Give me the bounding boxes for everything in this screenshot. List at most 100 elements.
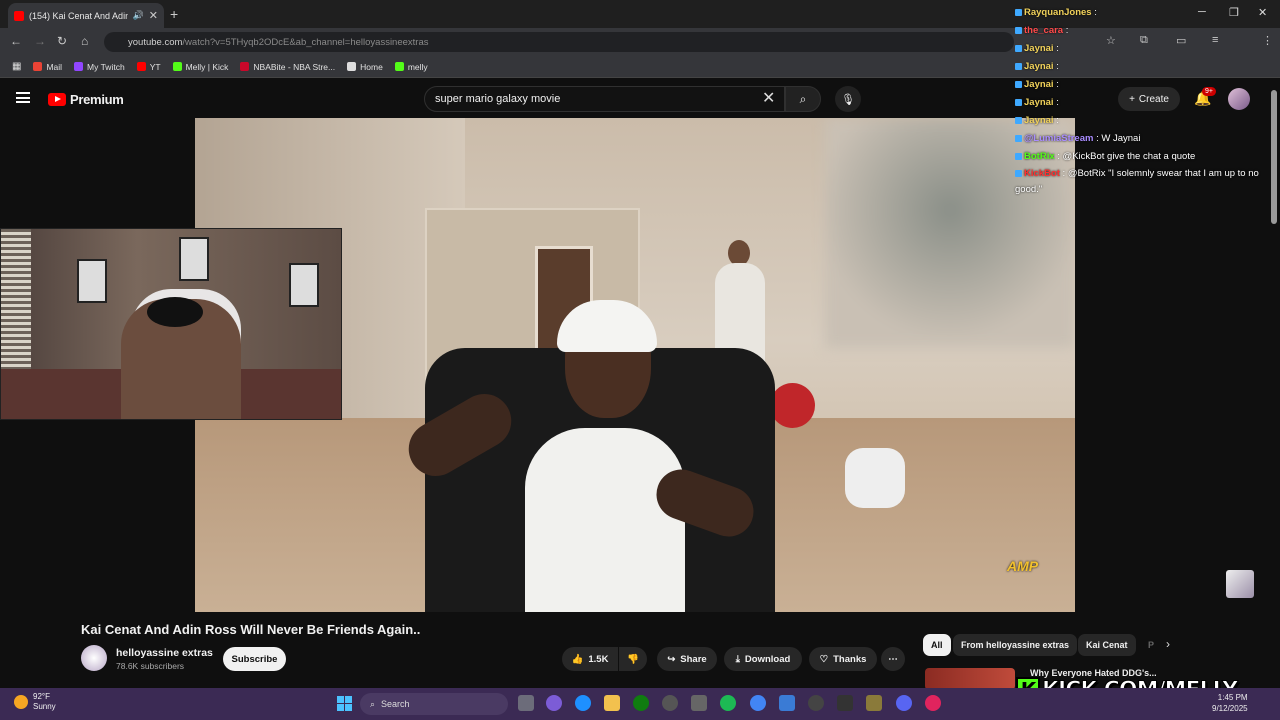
store-icon[interactable]: [691, 695, 707, 711]
chat-username[interactable]: RayquanJones: [1024, 7, 1092, 18]
chat-username[interactable]: the_cara: [1024, 25, 1063, 36]
chat-username[interactable]: Jaynai: [1024, 79, 1054, 90]
edge-icon[interactable]: [575, 695, 591, 711]
bookmark-kick[interactable]: Melly | Kick: [172, 62, 228, 72]
browser-tab[interactable]: (154) Kai Cenat And Adin R 🔊 ✕: [8, 3, 164, 28]
clock-date: 9/12/2025: [1212, 704, 1248, 713]
url-path: /watch?v=5THyqb2ODcE&ab_channel=helloyas…: [182, 36, 429, 48]
steam-icon[interactable]: [662, 695, 678, 711]
subscriber-count: 78.6K subscribers: [116, 661, 185, 671]
channel-thumbnail[interactable]: [1226, 570, 1254, 598]
back-icon[interactable]: ←: [10, 34, 22, 48]
download-icon: ⤓: [735, 653, 740, 665]
task-view-icon[interactable]: [518, 695, 534, 711]
chat-badge-icon: [1015, 44, 1022, 52]
share-button[interactable]: ↪ Share: [657, 647, 717, 671]
chat-username[interactable]: KickBot: [1024, 168, 1060, 179]
thumbs-up-icon: 👍: [571, 653, 584, 665]
xbox-icon[interactable]: [633, 695, 649, 711]
share-icon: ↪: [667, 653, 676, 665]
menu-icon[interactable]: [16, 92, 30, 103]
chat-username[interactable]: BotRix: [1024, 151, 1055, 162]
bookmark-nbabite[interactable]: NBABite - NBA Stre...: [240, 62, 335, 72]
voice-search-icon[interactable]: 🎙: [835, 86, 861, 112]
chat-badge-icon: [1015, 62, 1022, 70]
photos-icon[interactable]: [779, 695, 795, 711]
copilot-icon[interactable]: [546, 695, 562, 711]
more-actions-icon[interactable]: ⋯: [881, 647, 905, 671]
system-clock[interactable]: 1:45 PM 9/12/2025: [1212, 692, 1248, 714]
new-tab-icon[interactable]: +: [170, 6, 178, 22]
bookmark-yt[interactable]: YT: [136, 62, 161, 72]
chat-badge-icon: [1015, 98, 1022, 106]
chip-kai-cenat[interactable]: Kai Cenat: [1078, 634, 1136, 656]
reload-icon[interactable]: ↻: [57, 34, 67, 48]
thumbs-down-icon: 👎: [627, 653, 639, 665]
taskbar-search[interactable]: ⌕ Search: [360, 693, 508, 715]
media-player-icon[interactable]: [808, 695, 824, 711]
chat-separator: :: [1053, 97, 1059, 108]
chat-username[interactable]: Jaynai: [1024, 61, 1054, 72]
weather-widget[interactable]: 92°F Sunny: [14, 692, 56, 712]
chat-badge-icon: [1015, 134, 1022, 142]
chat-message: the_cara :: [1015, 22, 1277, 40]
search-input[interactable]: super mario galaxy movie: [424, 86, 785, 112]
channel-avatar[interactable]: [81, 645, 107, 671]
bookmark-twitch[interactable]: My Twitch: [74, 62, 125, 72]
pin-app-icon[interactable]: [925, 695, 941, 711]
fan: [770, 383, 815, 428]
chat-message: RayquanJones :: [1015, 4, 1277, 22]
download-button[interactable]: ⤓ Download: [724, 647, 802, 671]
wall-frame: [77, 259, 107, 303]
thanks-button[interactable]: ♡ Thanks: [809, 647, 877, 671]
clear-search-icon[interactable]: ✕: [762, 88, 775, 108]
wall-frame: [179, 237, 209, 281]
chat-text: @KickBot give the chat a quote: [1062, 151, 1196, 162]
home-icon[interactable]: ⌂: [81, 34, 88, 48]
chat-username[interactable]: Jaynai: [1024, 97, 1054, 108]
bookmark-mail[interactable]: Mail: [33, 62, 62, 72]
subscribe-button[interactable]: Subscribe: [223, 647, 286, 671]
chat-badge-icon: [1015, 80, 1022, 88]
close-tab-icon[interactable]: ✕: [149, 9, 158, 22]
page-scrollbar[interactable]: [1271, 90, 1277, 224]
chat-message: @LumiaStream : W Jaynai: [1015, 130, 1277, 148]
file-explorer-icon[interactable]: [604, 695, 620, 711]
dislike-button[interactable]: 👎: [619, 647, 647, 671]
spotify-icon[interactable]: [720, 695, 736, 711]
like-count: 1.5K: [588, 653, 609, 665]
search-button[interactable]: ⌕: [785, 86, 821, 112]
app-icon[interactable]: [837, 695, 853, 711]
address-bar[interactable]: youtube.com/watch?v=5THyqb2ODcE&ab_chann…: [104, 32, 1014, 52]
chat-username[interactable]: @LumiaStream: [1024, 133, 1093, 144]
youtube-play-icon: [48, 93, 66, 106]
chat-username[interactable]: Jaynai: [1024, 115, 1054, 126]
stream-chat-overlay: RayquanJones : the_cara : Jaynai : Jayna…: [1015, 4, 1277, 198]
chevron-right-icon[interactable]: ›: [1166, 637, 1170, 651]
youtube-favicon-icon: [14, 10, 24, 21]
like-button[interactable]: 👍 1.5K: [562, 647, 618, 671]
headphones: [147, 297, 203, 327]
youtube-logo[interactable]: Premium: [48, 92, 124, 107]
chat-message: Jaynai :: [1015, 112, 1277, 130]
bookmark-x-home[interactable]: Home: [347, 62, 383, 72]
channel-name[interactable]: helloyassine extras: [116, 647, 213, 659]
speaker-icon[interactable]: 🔊: [133, 10, 144, 21]
chat-badge-icon: [1015, 26, 1022, 34]
windows-start-icon[interactable]: [337, 696, 352, 711]
chip-from-channel[interactable]: From helloyassine extras: [953, 634, 1078, 656]
forward-icon[interactable]: →: [34, 34, 46, 48]
chat-username[interactable]: Jaynai: [1024, 43, 1054, 54]
related-thumbnail[interactable]: [925, 668, 1015, 690]
apps-grid-icon[interactable]: ▦: [12, 61, 21, 72]
bookmark-melly[interactable]: melly: [394, 62, 428, 72]
clock-time: 1:45 PM: [1217, 693, 1248, 702]
app-icon[interactable]: [866, 695, 882, 711]
tab-title: (154) Kai Cenat And Adin R: [29, 10, 128, 21]
chip-all[interactable]: All: [923, 634, 951, 656]
weather-condition: Sunny: [33, 702, 56, 711]
chip-partial[interactable]: P: [1140, 634, 1162, 656]
chrome-icon[interactable]: [750, 695, 766, 711]
durag: [557, 300, 657, 352]
discord-icon[interactable]: [896, 695, 912, 711]
